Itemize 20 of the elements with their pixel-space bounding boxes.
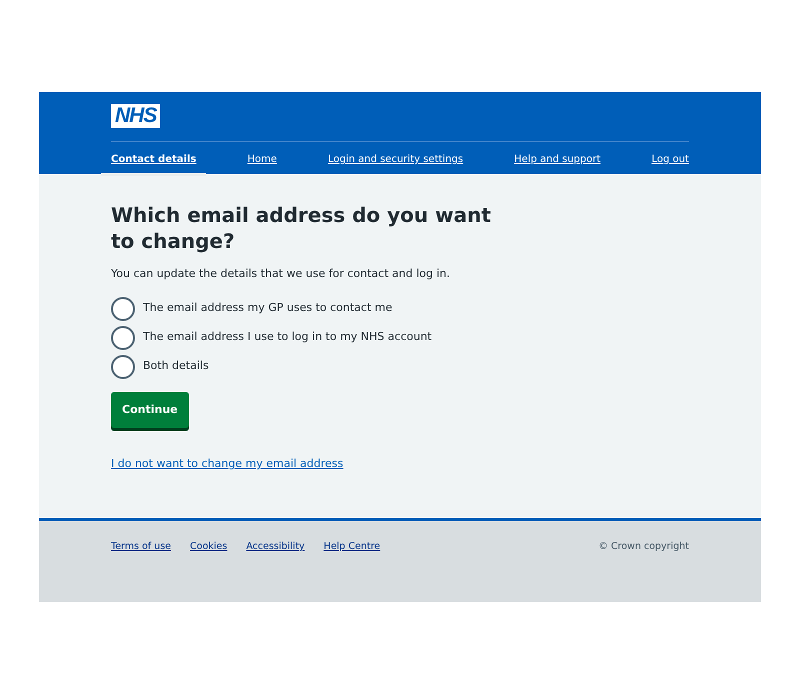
nhs-logo[interactable]: NHS — [111, 104, 160, 128]
footer-link[interactable]: Help Centre — [324, 540, 380, 554]
nav-link[interactable]: Log out — [642, 142, 699, 176]
radio-button[interactable] — [111, 326, 135, 350]
copyright-text: © Crown copyright — [598, 540, 689, 554]
footer-link[interactable]: Accessibility — [246, 540, 305, 554]
nav-link[interactable]: Home — [237, 142, 287, 176]
continue-button[interactable]: Continue — [111, 392, 189, 428]
footer-link[interactable]: Cookies — [190, 540, 228, 554]
cancel-link[interactable]: I do not want to change my email address — [111, 456, 344, 472]
radio-label[interactable]: The email address I use to log in to my NHS account — [143, 329, 432, 346]
nav-link[interactable]: Help and support — [504, 142, 611, 176]
radio-label[interactable]: Both details — [143, 358, 209, 375]
footer-link[interactable]: Terms of use — [111, 540, 171, 554]
radio-button[interactable] — [111, 354, 135, 378]
page-title: Which email address do you want to change? — [111, 202, 492, 254]
radio-label[interactable]: The email address my GP uses to contact me — [143, 300, 392, 317]
nav-link[interactable]: Login and security settings — [318, 142, 474, 176]
radio-button[interactable] — [111, 296, 135, 320]
hint-text: You can update the details that we use for contact and log in. — [111, 266, 451, 282]
